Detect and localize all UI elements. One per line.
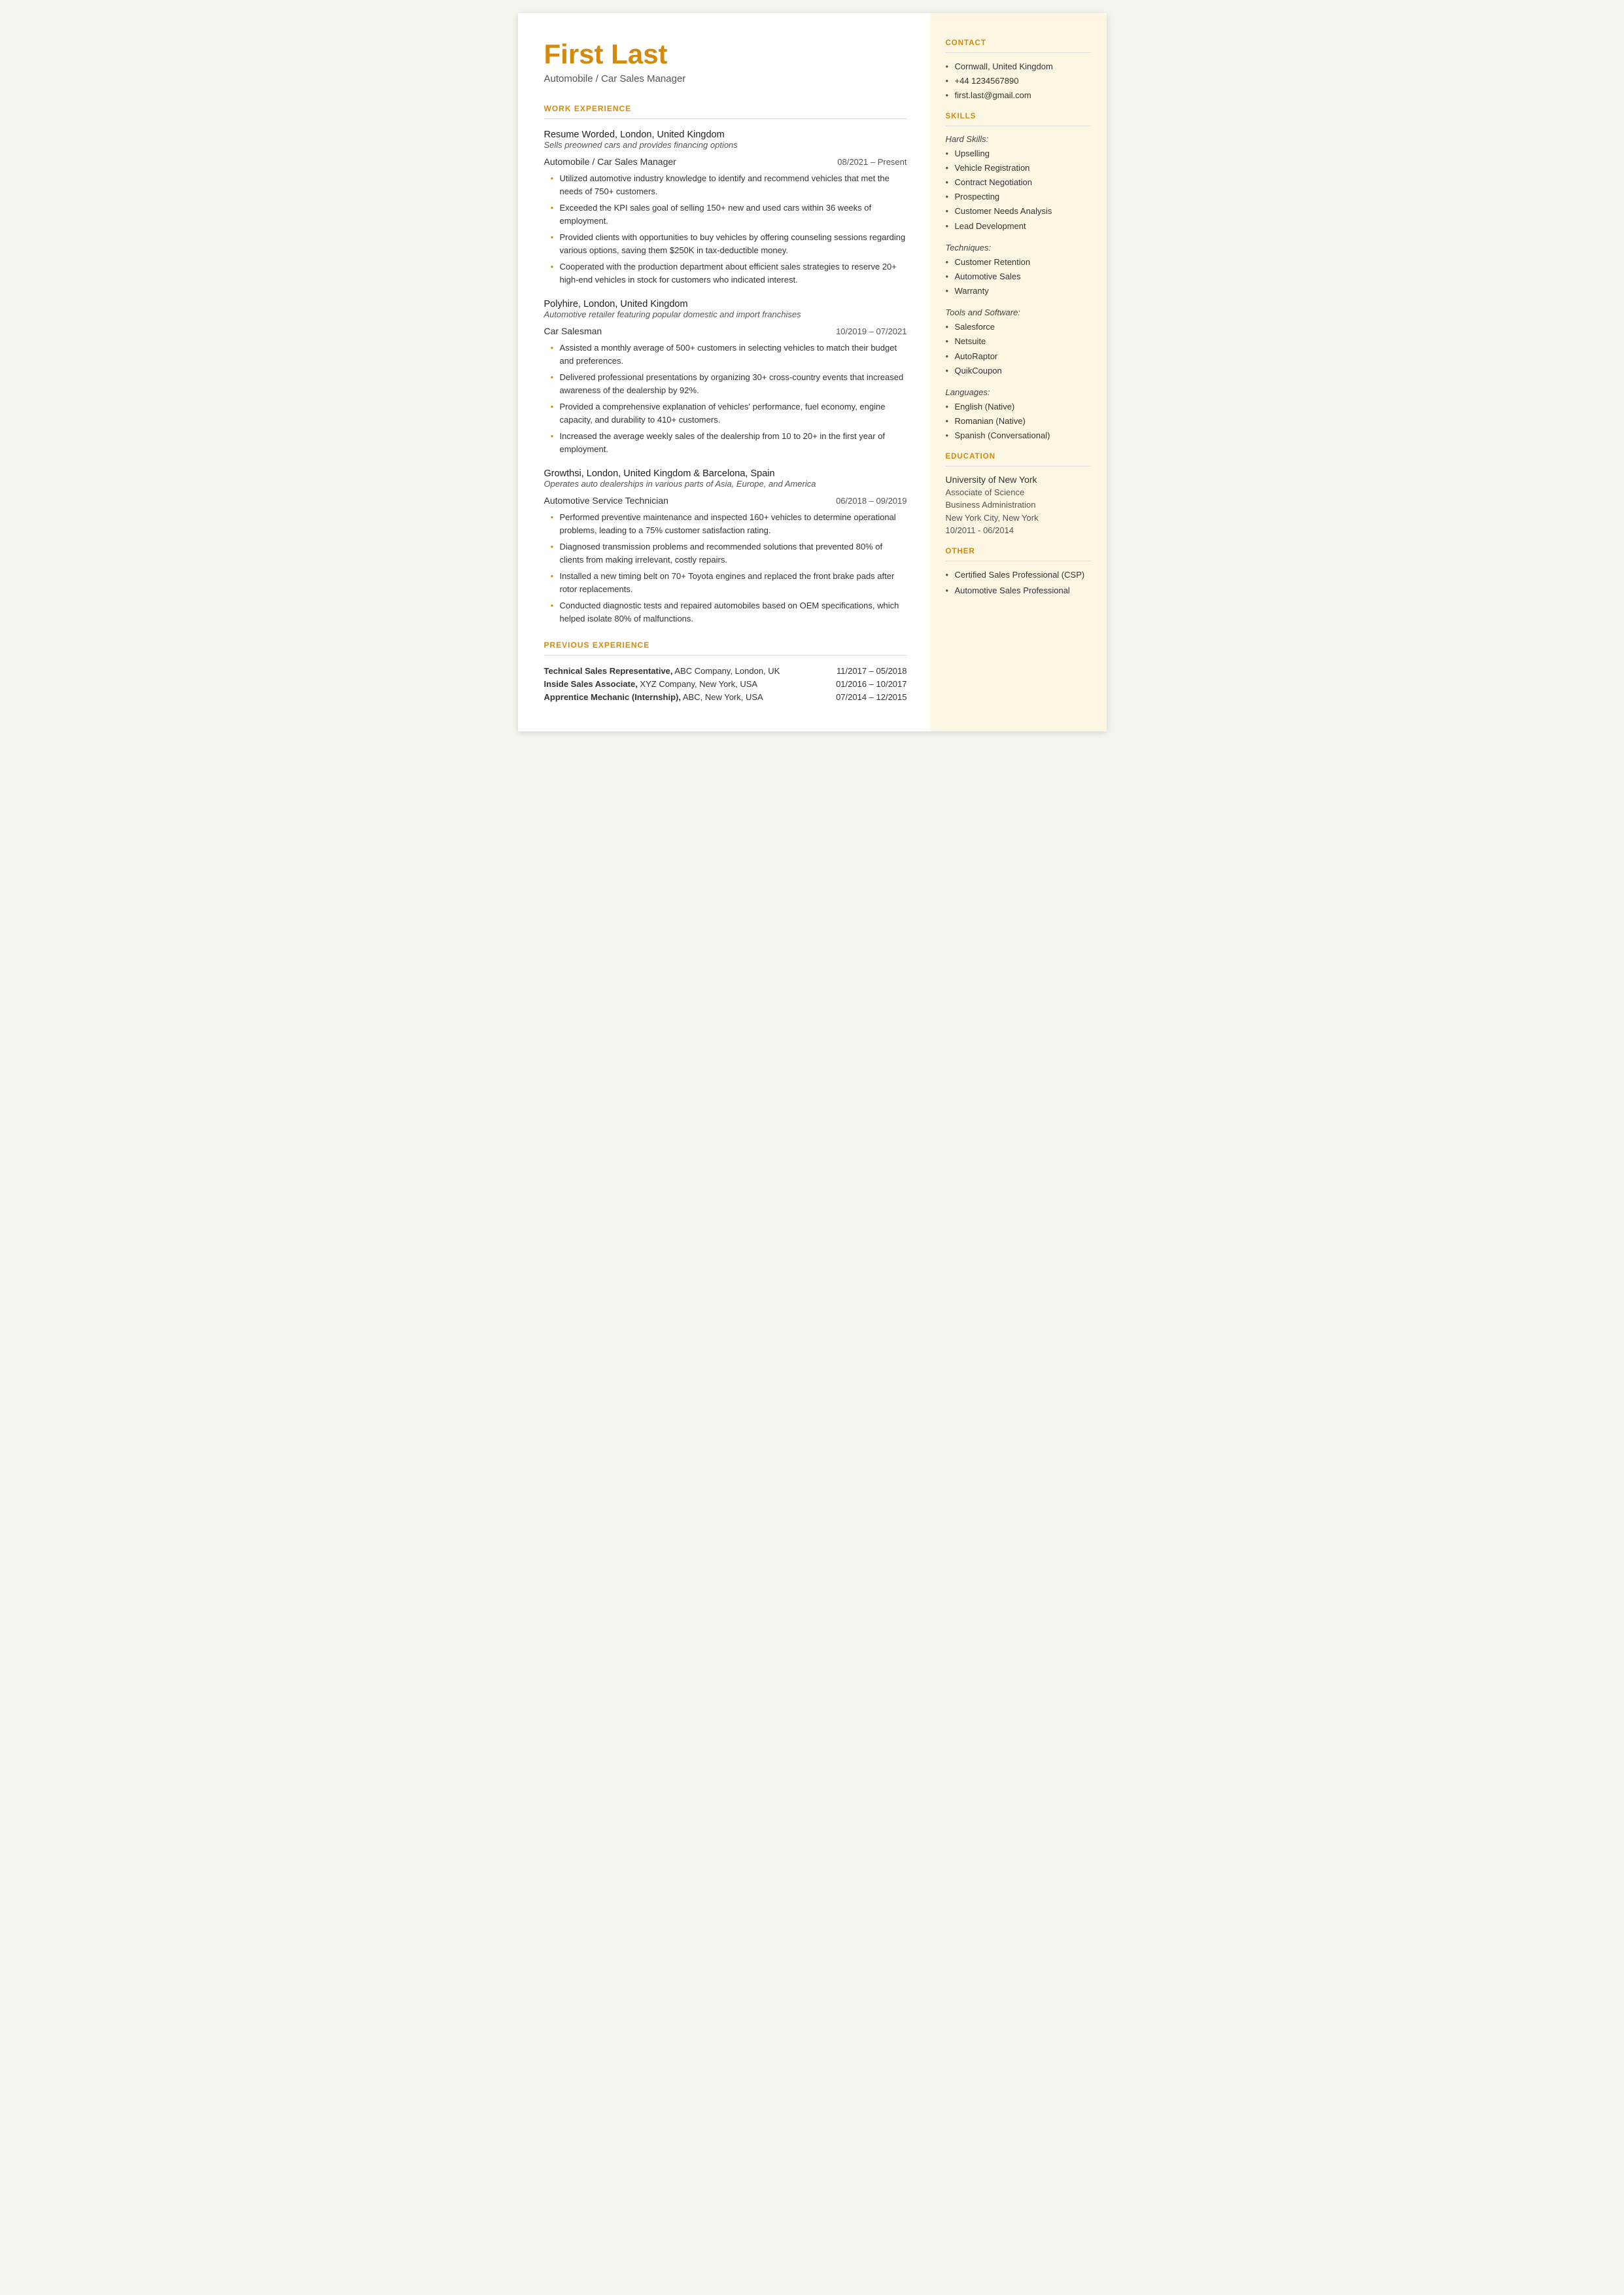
bullet-list-3: Performed preventive maintenance and ins… xyxy=(544,511,907,625)
language-2: Romanian (Native) xyxy=(946,415,1091,427)
bullet-3-3: Installed a new timing belt on 70+ Toyot… xyxy=(551,570,907,595)
bullet-3-4: Conducted diagnostic tests and repaired … xyxy=(551,599,907,625)
hard-skill-5: Customer Needs Analysis xyxy=(946,205,1091,217)
hard-skill-2: Vehicle Registration xyxy=(946,162,1091,174)
edu-degree-1: Associate of Science Business Administra… xyxy=(946,486,1091,537)
work-experience-label: WORK EXPERIENCE xyxy=(544,104,907,113)
languages-list: English (Native) Romanian (Native) Spani… xyxy=(946,401,1091,442)
other-section-title: OTHER xyxy=(946,548,1091,555)
prev-job-1-date: 11/2017 – 05/2018 xyxy=(837,666,907,676)
contact-email: first.last@gmail.com xyxy=(946,90,1091,101)
tools-list: Salesforce Netsuite AutoRaptor QuikCoupo… xyxy=(946,321,1091,377)
role-date-3: 06/2018 – 09/2019 xyxy=(836,496,907,506)
bullet-3-1: Performed preventive maintenance and ins… xyxy=(551,511,907,536)
contact-phone: +44 1234567890 xyxy=(946,75,1091,87)
bullet-1-1: Utilized automotive industry knowledge t… xyxy=(551,172,907,198)
bullet-1-3: Provided clients with opportunities to b… xyxy=(551,231,907,256)
company-desc-1: Sells preowned cars and provides financi… xyxy=(544,140,907,150)
education-block-1: University of New York Associate of Scie… xyxy=(946,474,1091,537)
role-date-1: 08/2021 – Present xyxy=(837,157,907,167)
other-item-1: Certified Sales Professional (CSP) xyxy=(946,569,1091,581)
contact-list: Cornwall, United Kingdom +44 1234567890 … xyxy=(946,61,1091,102)
edu-school-1: University of New York xyxy=(946,474,1091,485)
bullet-2-2: Delivered professional presentations by … xyxy=(551,371,907,396)
bullet-2-4: Increased the average weekly sales of th… xyxy=(551,430,907,455)
hard-skill-1: Upselling xyxy=(946,148,1091,160)
job-block-2: Polyhire, London, United Kingdom Automot… xyxy=(544,299,907,455)
company-desc-3: Operates auto dealerships in various par… xyxy=(544,479,907,489)
hard-skill-4: Prospecting xyxy=(946,191,1091,203)
bullet-list-1: Utilized automotive industry knowledge t… xyxy=(544,172,907,286)
left-column: First Last Automobile / Car Sales Manage… xyxy=(518,13,930,731)
other-item-2: Automotive Sales Professional xyxy=(946,585,1091,597)
other-list: Certified Sales Professional (CSP) Autom… xyxy=(946,569,1091,597)
candidate-name: First Last xyxy=(544,39,907,69)
job-block-3: Growthsi, London, United Kingdom & Barce… xyxy=(544,468,907,625)
technique-2: Automotive Sales xyxy=(946,271,1091,283)
contact-location: Cornwall, United Kingdom xyxy=(946,61,1091,73)
bullet-2-1: Assisted a monthly average of 500+ custo… xyxy=(551,342,907,367)
company-name-3: Growthsi, London, United Kingdom & Barce… xyxy=(544,468,907,479)
prev-job-3-title: Apprentice Mechanic (Internship), ABC, N… xyxy=(544,692,763,702)
prev-job-1: Technical Sales Representative, ABC Comp… xyxy=(544,666,907,676)
tool-1: Salesforce xyxy=(946,321,1091,333)
technique-3: Warranty xyxy=(946,285,1091,297)
prev-job-2: Inside Sales Associate, XYZ Company, New… xyxy=(544,679,907,689)
role-title-3: Automotive Service Technician xyxy=(544,495,668,506)
right-column: CONTACT Cornwall, United Kingdom +44 123… xyxy=(930,13,1107,731)
role-title-2: Car Salesman xyxy=(544,326,602,336)
role-title-1: Automobile / Car Sales Manager xyxy=(544,156,676,167)
bullet-2-3: Provided a comprehensive explanation of … xyxy=(551,400,907,426)
company-name-2: Polyhire, London, United Kingdom xyxy=(544,299,907,309)
hard-skill-6: Lead Development xyxy=(946,220,1091,232)
role-row-1: Automobile / Car Sales Manager 08/2021 –… xyxy=(544,156,907,167)
bullet-3-2: Diagnosed transmission problems and reco… xyxy=(551,540,907,566)
bullet-list-2: Assisted a monthly average of 500+ custo… xyxy=(544,342,907,455)
contact-divider xyxy=(946,52,1091,53)
tool-3: AutoRaptor xyxy=(946,351,1091,362)
bullet-1-2: Exceeded the KPI sales goal of selling 1… xyxy=(551,201,907,227)
prev-experience-divider xyxy=(544,655,907,656)
tool-4: QuikCoupon xyxy=(946,365,1091,377)
role-row-2: Car Salesman 10/2019 – 07/2021 xyxy=(544,326,907,336)
prev-experience-label: PREVIOUS EXPERIENCE xyxy=(544,640,907,650)
skills-section-title: SKILLS xyxy=(946,113,1091,120)
prev-job-1-title: Technical Sales Representative, ABC Comp… xyxy=(544,666,780,676)
candidate-title: Automobile / Car Sales Manager xyxy=(544,73,907,84)
work-experience-divider xyxy=(544,118,907,119)
role-date-2: 10/2019 – 07/2021 xyxy=(836,326,907,336)
technique-1: Customer Retention xyxy=(946,256,1091,268)
hard-skills-list: Upselling Vehicle Registration Contract … xyxy=(946,148,1091,232)
techniques-label: Techniques: xyxy=(946,243,1091,253)
prev-job-2-date: 01/2016 – 10/2017 xyxy=(836,679,907,689)
hard-skill-3: Contract Negotiation xyxy=(946,177,1091,188)
tools-label: Tools and Software: xyxy=(946,307,1091,317)
job-block-1: Resume Worded, London, United Kingdom Se… xyxy=(544,130,907,286)
languages-label: Languages: xyxy=(946,387,1091,397)
resume-container: First Last Automobile / Car Sales Manage… xyxy=(518,13,1107,731)
hard-skills-label: Hard Skills: xyxy=(946,134,1091,144)
prev-job-3: Apprentice Mechanic (Internship), ABC, N… xyxy=(544,692,907,702)
bullet-1-4: Cooperated with the production departmen… xyxy=(551,260,907,286)
prev-job-2-title: Inside Sales Associate, XYZ Company, New… xyxy=(544,679,758,689)
company-name-1: Resume Worded, London, United Kingdom xyxy=(544,130,907,140)
techniques-list: Customer Retention Automotive Sales Warr… xyxy=(946,256,1091,298)
language-1: English (Native) xyxy=(946,401,1091,413)
company-desc-2: Automotive retailer featuring popular do… xyxy=(544,309,907,319)
tool-2: Netsuite xyxy=(946,336,1091,347)
role-row-3: Automotive Service Technician 06/2018 – … xyxy=(544,495,907,506)
prev-job-3-date: 07/2014 – 12/2015 xyxy=(836,692,907,702)
education-section-title: EDUCATION xyxy=(946,453,1091,461)
contact-section-title: CONTACT xyxy=(946,39,1091,47)
language-3: Spanish (Conversational) xyxy=(946,430,1091,442)
